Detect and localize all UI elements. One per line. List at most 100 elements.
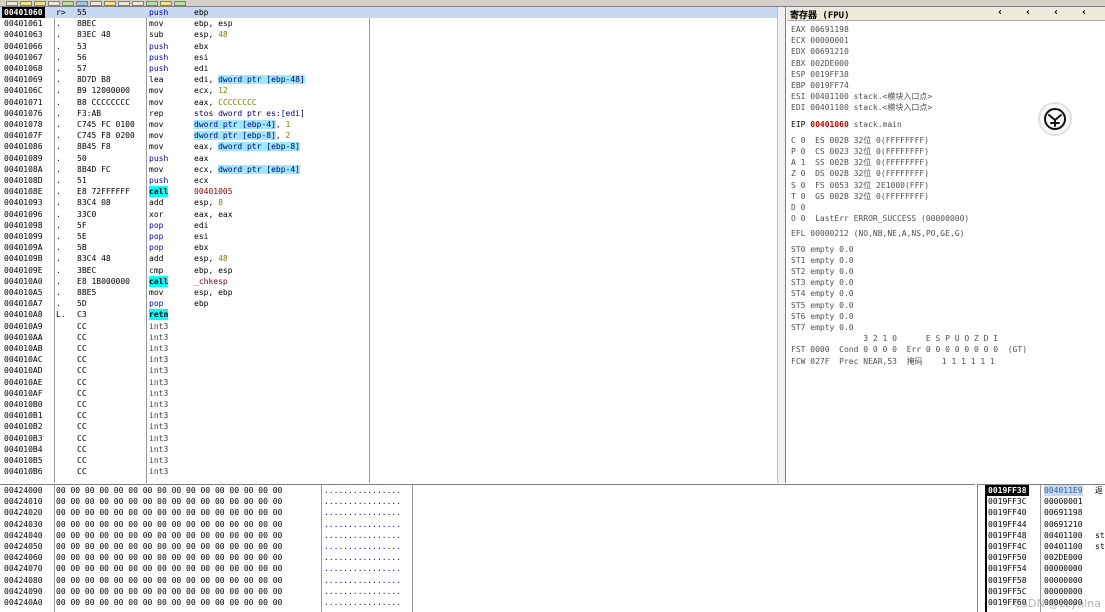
disasm-row[interactable]: 0040109E. 3BEC cmp ebp, esp <box>0 265 777 276</box>
disasm-row[interactable]: 00401086. 8B45 F8 mov eax, dword ptr [ebp-8… <box>0 141 777 152</box>
stack-row[interactable]: 0019FF58 00000000 <box>978 575 1105 586</box>
toolbar-button[interactable] <box>146 0 158 6</box>
stack-row[interactable]: 0019FF5C 00000000 <box>978 586 1105 597</box>
stack-pane[interactable]: 0019FF38 004011E9 返 0019FF3C 00000001 0019FF4… <box>977 484 1105 612</box>
disasm-row[interactable]: 004010A8 L. C3 retn <box>0 309 777 321</box>
dump-ascii: ................ <box>324 486 402 495</box>
disasm-address: 004010B2 <box>4 422 43 432</box>
left-arrow-icon[interactable]: ‹ <box>1025 7 1031 18</box>
stack-row[interactable]: 0019FF38 004011E9 返 <box>978 485 1105 496</box>
disasm-mnemonic: push <box>149 153 169 163</box>
disasm-mnemonic: int3 <box>149 433 169 443</box>
disasm-mnemonic: call <box>149 275 169 287</box>
disasm-address: 00401061 <box>4 19 43 29</box>
disasm-bytes: CC <box>77 433 87 443</box>
disasm-mnemonic: int3 <box>149 422 169 432</box>
disasm-row[interactable]: 004010B6 CC int3 <box>0 466 777 477</box>
stack-address: 0019FF3C <box>988 497 1027 507</box>
stack-row[interactable]: 0019FF44 00691210 <box>978 519 1105 530</box>
disasm-row[interactable]: 00401098. 5F pop edi <box>0 220 777 231</box>
toolbar-button[interactable] <box>48 0 60 6</box>
toolbar-button[interactable] <box>76 0 88 6</box>
disasm-row[interactable]: 00401099. 5E pop esi <box>0 231 777 242</box>
disasm-row[interactable]: 00401096. 33C0 xor eax, eax <box>0 209 777 220</box>
toolbar-button[interactable] <box>174 0 186 6</box>
disasm-bytes: 83C4 48 <box>77 254 111 264</box>
disasm-mnemonic: int3 <box>149 388 169 398</box>
disasm-row[interactable]: 004010A9 CC int3 <box>0 321 777 332</box>
eip-register[interactable]: EIP 00401060 stack.main <box>791 119 902 130</box>
disasm-row[interactable]: 0040107F. C745 F8 0200 mov dword ptr [ebp-8… <box>0 130 777 141</box>
disasm-row[interactable]: 00401071. B8 CCCCCCCC mov eax, CCCCCCCC <box>0 97 777 108</box>
disasm-row[interactable]: 00401063. 83EC 48 sub esp, 48 <box>0 29 777 40</box>
disasm-bytes: 8BE5 <box>77 288 97 297</box>
disasm-row[interactable]: 004010AD CC int3 <box>0 365 777 376</box>
disasm-row[interactable]: 0040109A. 5B pop ebx <box>0 242 777 253</box>
register-line: EDI 00401100 stack.<模块入口点> <box>791 103 933 113</box>
disasm-address: 00401076 <box>4 108 43 118</box>
stack-row[interactable]: 0019FF40 00691198 <box>978 507 1105 518</box>
toolbar-button[interactable] <box>34 0 46 6</box>
stack-row[interactable]: 0019FF48 00401100 st <box>978 530 1105 541</box>
disasm-row[interactable]: 004010A5. 8BE5 mov esp, ebp <box>0 287 777 298</box>
disasm-row[interactable]: 0040108D. 51 push ecx <box>0 175 777 186</box>
left-arrow-icon[interactable]: ‹ <box>1081 7 1087 18</box>
toolbar-button[interactable] <box>90 0 102 6</box>
disasm-mnemonic: push <box>149 64 169 73</box>
disasm-row[interactable]: 004010B5 CC int3 <box>0 455 777 466</box>
dump-bytes: 00 00 00 00 00 00 00 00 00 00 00 00 00 0… <box>56 519 283 529</box>
disasm-row[interactable]: 004010B3 CC int3 <box>0 433 777 444</box>
disasm-row[interactable]: 00401069. 8D7D B8 lea edi, dword ptr [ebp-4… <box>0 74 777 85</box>
disasm-row[interactable]: 00401066. 53 push ebx <box>0 41 777 52</box>
disasm-row[interactable]: 004010A0. E8 1B000000 call _chkesp <box>0 275 777 287</box>
disasm-address: 004010AA <box>4 332 43 342</box>
left-arrow-icon[interactable]: ‹ <box>1053 7 1059 18</box>
stack-row[interactable]: 0019FF4C 00401100 st <box>978 541 1105 552</box>
efl-line: EFL 00000212 (NO,NB,NE,A,NS,PO,GE,G) <box>791 229 965 239</box>
disasm-row[interactable]: 004010AC CC int3 <box>0 354 777 365</box>
disasm-operands: ebp, esp <box>194 265 233 276</box>
disasm-row[interactable]: 004010B1 CC int3 <box>0 410 777 421</box>
disasm-row[interactable]: 0040106C. B9 12000000 mov ecx, 12 <box>0 85 777 96</box>
disasm-row[interactable]: 0040109B. 83C4 48 add esp, 48 <box>0 253 777 264</box>
stack-row[interactable]: 0019FF50 002DE000 <box>978 552 1105 563</box>
disasm-row[interactable]: 00401068. 57 push edi <box>0 63 777 74</box>
disasm-marker: . <box>56 243 61 253</box>
stack-row[interactable]: 0019FF54 00000000 <box>978 563 1105 574</box>
fst-line: FST 0000 Cond 0 0 0 0 Err 0 0 0 0 0 0 0 … <box>791 345 1028 355</box>
disasm-row[interactable]: 00401076. F3:AB rep stos dword ptr es:[edi] <box>0 108 777 119</box>
disasm-address: 00401071 <box>4 97 43 107</box>
disassembly-pane[interactable]: 00401060 r> 55 push ebp 00401061. 8BEC mov ebp, … <box>0 7 786 483</box>
disasm-row[interactable]: 004010AE CC int3 <box>0 377 777 388</box>
disasm-marker: . <box>56 75 61 85</box>
toolbar-button[interactable] <box>160 0 172 6</box>
operand-part: ecx <box>194 176 209 185</box>
disasm-row[interactable]: 004010B4 CC int3 <box>0 444 777 455</box>
disassembly-scrollbar[interactable] <box>777 7 785 483</box>
disasm-row[interactable]: 00401089. 50 push eax <box>0 153 777 164</box>
toolbar-button[interactable] <box>118 0 130 6</box>
toolbar-button[interactable] <box>104 0 116 6</box>
disasm-row[interactable]: 004010A7. 5D pop ebp <box>0 298 777 309</box>
left-arrow-icon[interactable]: ‹ <box>997 7 1003 18</box>
memory-dump-pane[interactable]: 00424000 00 00 00 00 00 00 00 00 00 00 00… <box>0 484 975 612</box>
disasm-row[interactable]: 00401060 r> 55 push ebp <box>0 7 777 19</box>
toolbar-button[interactable] <box>62 0 74 6</box>
disasm-row[interactable]: 004010B2 CC int3 <box>0 421 777 432</box>
disasm-row[interactable]: 00401061. 8BEC mov ebp, esp <box>0 18 777 29</box>
disasm-row[interactable]: 0040108A. 8B4D FC mov ecx, dword ptr [ebp-4… <box>0 164 777 175</box>
registers-pane[interactable]: 寄存器 (FPU) ‹ ‹ ‹ ‹ EAX 00691198 ECX 000000… <box>787 7 1105 483</box>
toolbar-button[interactable] <box>20 0 32 6</box>
disasm-row[interactable]: 004010AF CC int3 <box>0 388 777 399</box>
operand-part: ebp, esp <box>194 19 233 29</box>
toolbar-button[interactable] <box>6 0 18 6</box>
disasm-row[interactable]: 0040108E. E8 72FFFFFF call 00401005 <box>0 186 777 198</box>
disasm-row[interactable]: 00401078. C745 FC 0100 mov dword ptr [ebp-4… <box>0 119 777 130</box>
disasm-row[interactable]: 00401093. 83C4 08 add esp, 8 <box>0 197 777 208</box>
disasm-row[interactable]: 00401067. 56 push esi <box>0 52 777 63</box>
toolbar-button[interactable] <box>132 0 144 6</box>
disasm-row[interactable]: 004010AB CC int3 <box>0 343 777 354</box>
disasm-row[interactable]: 004010B0 CC int3 <box>0 399 777 410</box>
stack-row[interactable]: 0019FF3C 00000001 <box>978 496 1105 507</box>
disasm-row[interactable]: 004010AA CC int3 <box>0 332 777 343</box>
